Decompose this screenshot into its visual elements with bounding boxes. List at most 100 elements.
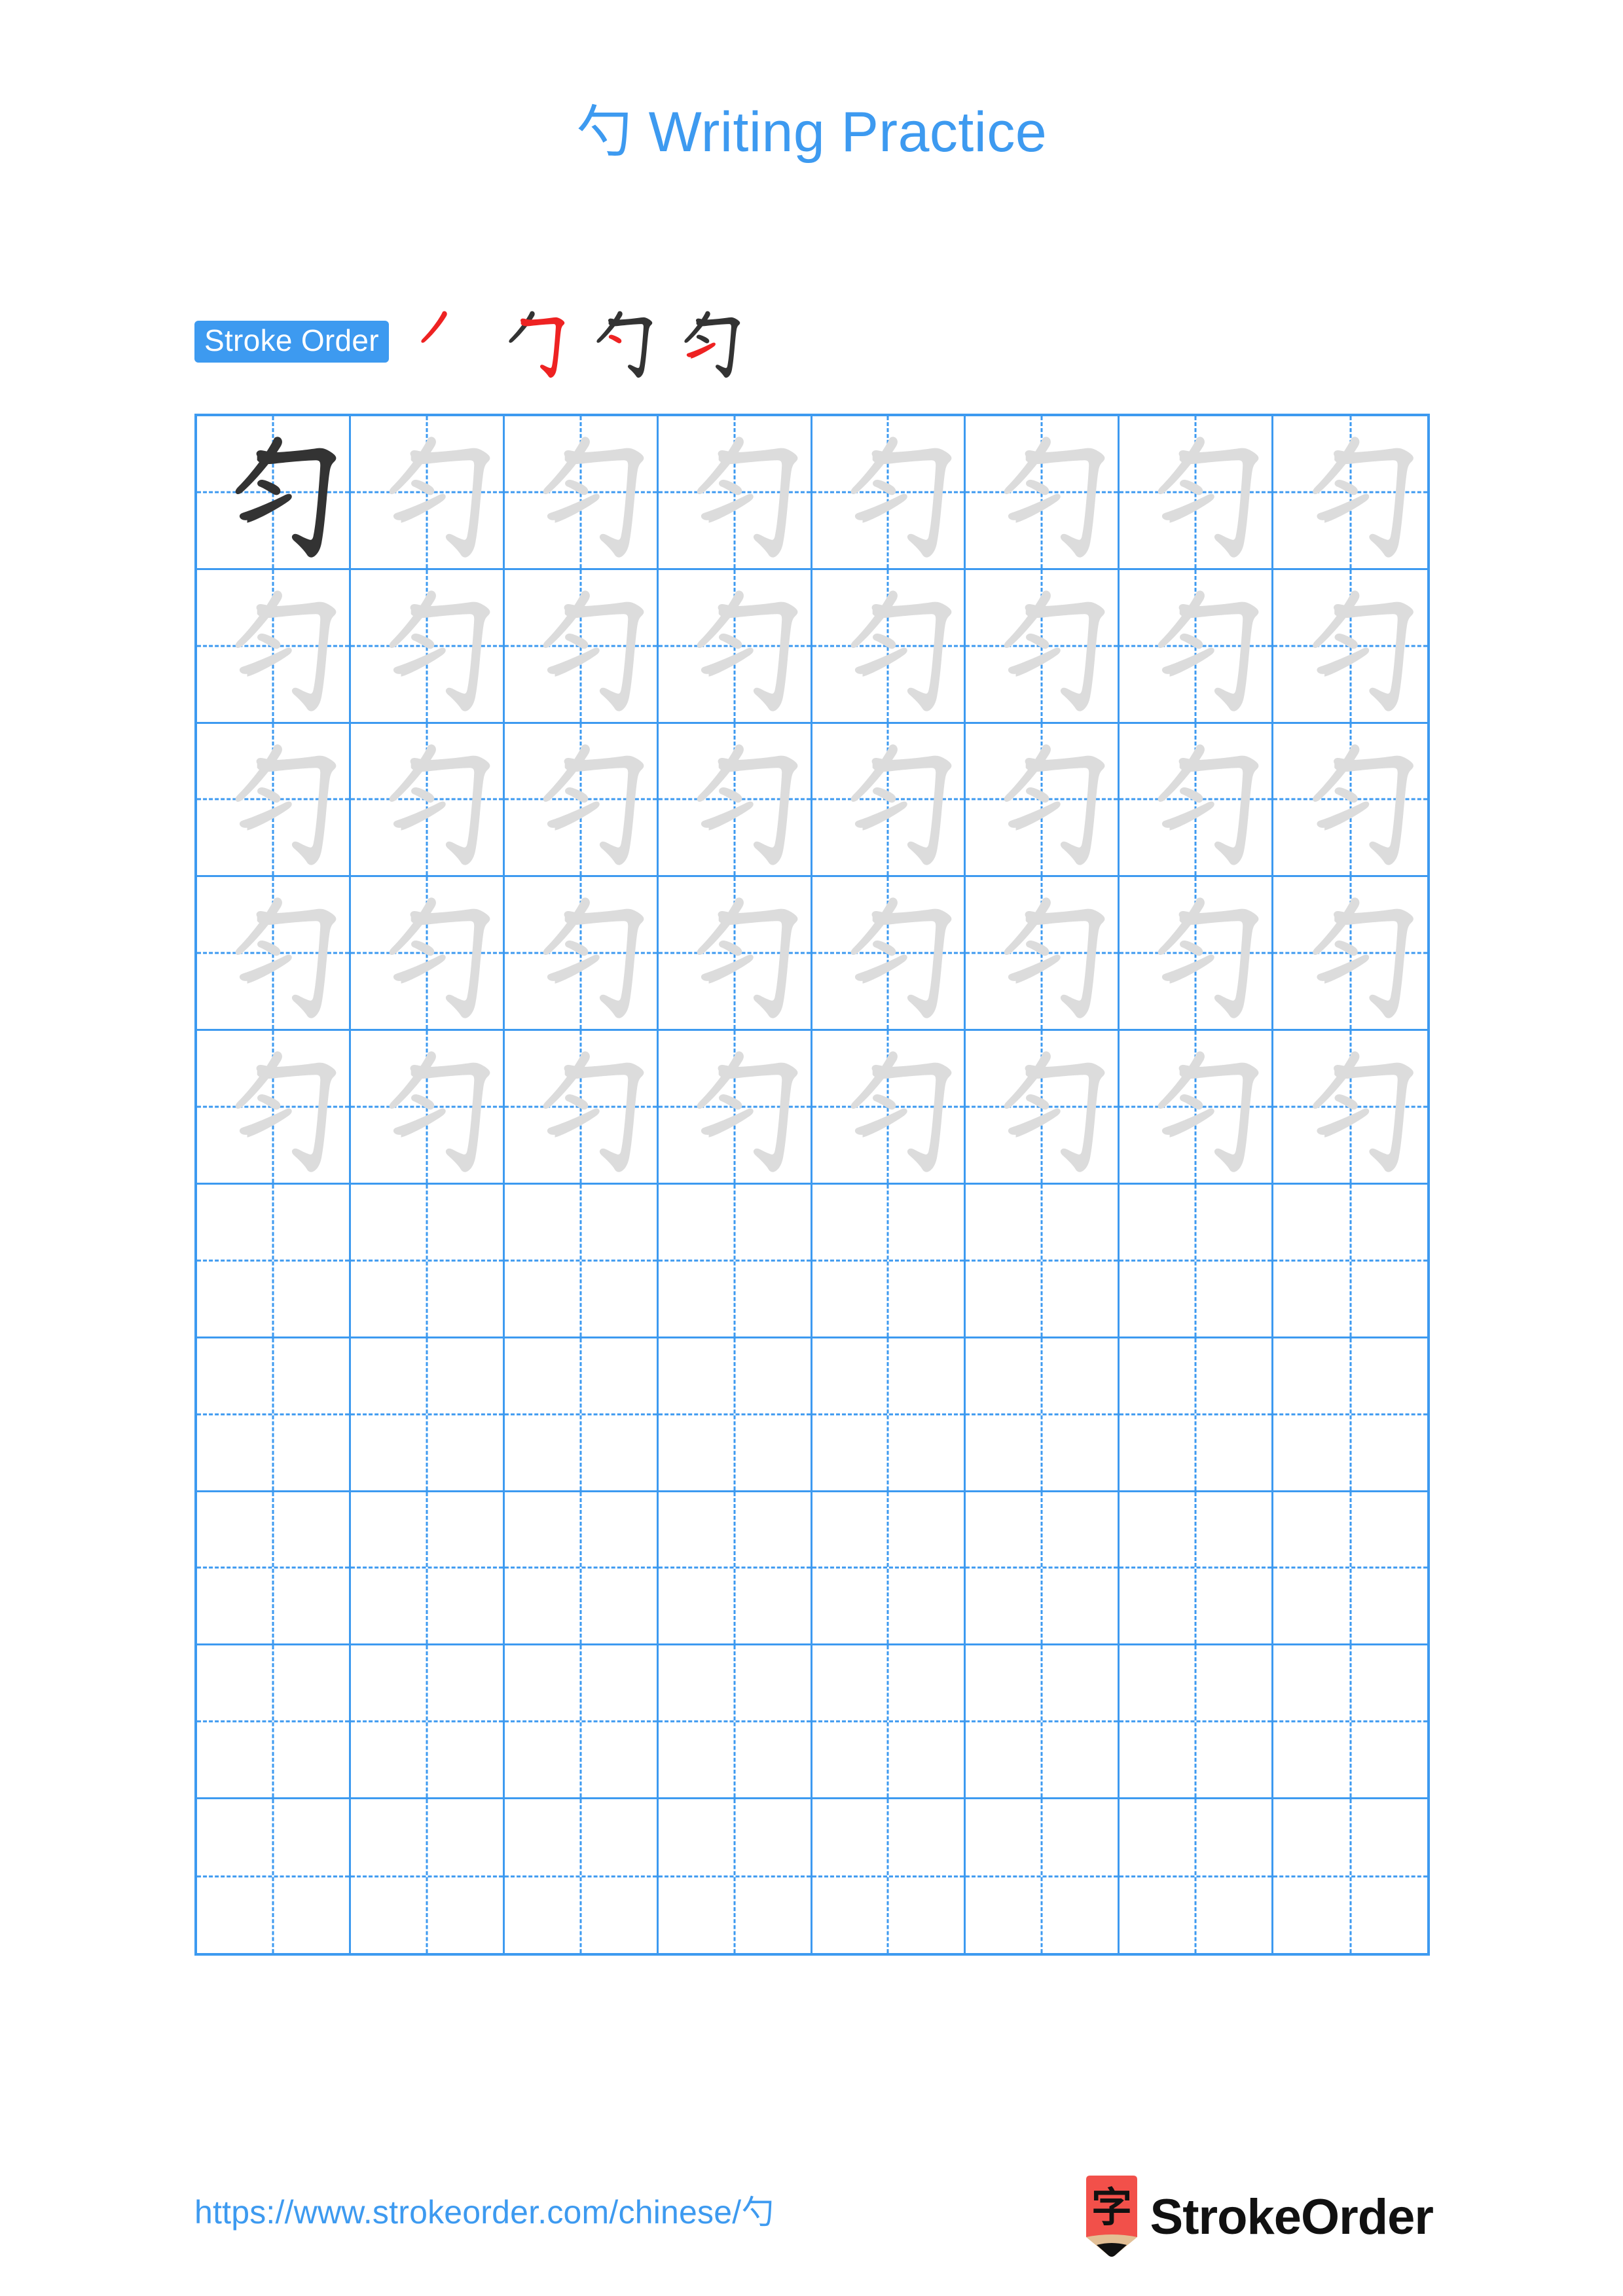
practice-cell[interactable] xyxy=(1120,569,1274,724)
practice-cell[interactable] xyxy=(812,569,966,724)
practice-cell[interactable] xyxy=(966,877,1120,1031)
practice-cell[interactable] xyxy=(1120,1645,1274,1800)
practice-cell[interactable] xyxy=(504,416,659,570)
practice-cell[interactable] xyxy=(658,416,812,570)
trace-character xyxy=(1273,724,1427,876)
trace-character xyxy=(966,724,1118,876)
trace-character xyxy=(812,877,964,1029)
practice-cell[interactable] xyxy=(966,569,1120,724)
practice-cell[interactable] xyxy=(966,1185,1120,1338)
practice-cell[interactable] xyxy=(966,723,1120,878)
practice-cell[interactable] xyxy=(658,1492,812,1646)
trace-character xyxy=(1120,570,1271,722)
practice-cell[interactable] xyxy=(197,416,351,570)
practice-cell[interactable] xyxy=(812,1185,966,1338)
practice-cell[interactable] xyxy=(350,1031,505,1185)
stroke-step-2 xyxy=(486,300,574,384)
trace-character xyxy=(505,570,657,722)
practice-cell[interactable] xyxy=(1120,1185,1274,1338)
stroke-order-badge: Stroke Order xyxy=(194,321,389,363)
brand-name: StrokeOrder xyxy=(1150,2189,1434,2245)
practice-cell[interactable] xyxy=(1273,1645,1427,1800)
practice-cell[interactable] xyxy=(1273,724,1427,878)
practice-cell[interactable] xyxy=(1120,1338,1274,1492)
practice-cell[interactable] xyxy=(504,1338,659,1492)
trace-character xyxy=(1120,1031,1271,1183)
practice-cell[interactable] xyxy=(966,1031,1120,1185)
trace-character xyxy=(197,1031,349,1183)
practice-cell[interactable] xyxy=(1273,877,1427,1031)
practice-cell[interactable] xyxy=(351,1799,505,1953)
practice-cell[interactable] xyxy=(1120,1031,1274,1185)
practice-cell[interactable] xyxy=(812,1492,966,1646)
practice-cell[interactable] xyxy=(1273,1799,1427,1953)
practice-cell[interactable] xyxy=(504,877,659,1031)
practice-cell[interactable] xyxy=(966,1799,1120,1953)
practice-cell[interactable] xyxy=(197,1799,351,1953)
practice-cell[interactable] xyxy=(658,1031,812,1185)
practice-cell[interactable] xyxy=(1273,570,1427,724)
trace-character xyxy=(1120,416,1271,568)
trace-character xyxy=(659,877,811,1029)
practice-cell[interactable] xyxy=(1120,1492,1274,1646)
practice-cell[interactable] xyxy=(504,1185,659,1338)
practice-cell[interactable] xyxy=(658,1645,812,1800)
practice-cell[interactable] xyxy=(812,877,966,1031)
trace-character xyxy=(966,877,1118,1029)
practice-cell[interactable] xyxy=(1273,416,1427,570)
footer-url-link[interactable]: https://www.strokeorder.com/chinese/勺 xyxy=(194,2186,775,2233)
practice-cell[interactable] xyxy=(505,1799,659,1953)
practice-cell[interactable] xyxy=(504,723,659,878)
practice-cell[interactable] xyxy=(1120,1799,1274,1953)
practice-cell[interactable] xyxy=(197,1645,351,1800)
practice-cell[interactable] xyxy=(197,723,351,878)
page-title: 勺 Writing Practice xyxy=(0,101,1623,164)
practice-cell[interactable] xyxy=(1273,1492,1427,1646)
practice-cell[interactable] xyxy=(812,416,966,570)
practice-cell[interactable] xyxy=(658,1185,812,1338)
practice-cell[interactable] xyxy=(812,1799,966,1953)
practice-cell[interactable] xyxy=(1273,1338,1427,1492)
practice-cell[interactable] xyxy=(1273,1031,1427,1185)
practice-cell[interactable] xyxy=(1120,723,1274,878)
practice-cell[interactable] xyxy=(197,1185,351,1338)
practice-cell[interactable] xyxy=(350,1645,505,1800)
practice-cell[interactable] xyxy=(350,416,505,570)
practice-cell[interactable] xyxy=(504,1031,659,1185)
practice-cell[interactable] xyxy=(350,723,505,878)
practice-cell[interactable] xyxy=(966,416,1120,570)
practice-cell[interactable] xyxy=(350,1338,505,1492)
practice-cell[interactable] xyxy=(504,1645,659,1800)
stroke-step-1 xyxy=(398,300,486,384)
practice-cell[interactable] xyxy=(350,877,505,1031)
practice-cell[interactable] xyxy=(197,1031,351,1185)
practice-cell[interactable] xyxy=(350,1492,505,1646)
practice-cell[interactable] xyxy=(1120,877,1274,1031)
footer-url-character: 勺 xyxy=(741,2193,775,2231)
trace-character xyxy=(505,416,657,568)
practice-cell[interactable] xyxy=(504,569,659,724)
practice-cell[interactable] xyxy=(197,877,351,1031)
practice-cell[interactable] xyxy=(504,1492,659,1646)
practice-cell[interactable] xyxy=(812,1338,966,1492)
practice-cell[interactable] xyxy=(966,1645,1120,1800)
practice-cell[interactable] xyxy=(350,1185,505,1338)
trace-character xyxy=(966,416,1118,568)
practice-cell[interactable] xyxy=(350,569,505,724)
practice-cell[interactable] xyxy=(658,723,812,878)
practice-cell[interactable] xyxy=(1273,1185,1427,1338)
practice-cell[interactable] xyxy=(966,1492,1120,1646)
practice-cell[interactable] xyxy=(658,877,812,1031)
practice-cell[interactable] xyxy=(197,1338,351,1492)
practice-cell[interactable] xyxy=(812,1031,966,1185)
trace-character xyxy=(197,724,349,876)
practice-cell[interactable] xyxy=(658,569,812,724)
practice-cell[interactable] xyxy=(966,1338,1120,1492)
practice-cell[interactable] xyxy=(659,1799,812,1953)
practice-cell[interactable] xyxy=(812,1645,966,1800)
practice-cell[interactable] xyxy=(1120,416,1274,570)
practice-cell[interactable] xyxy=(197,569,351,724)
practice-cell[interactable] xyxy=(197,1492,351,1646)
practice-cell[interactable] xyxy=(812,723,966,878)
practice-cell[interactable] xyxy=(658,1338,812,1492)
